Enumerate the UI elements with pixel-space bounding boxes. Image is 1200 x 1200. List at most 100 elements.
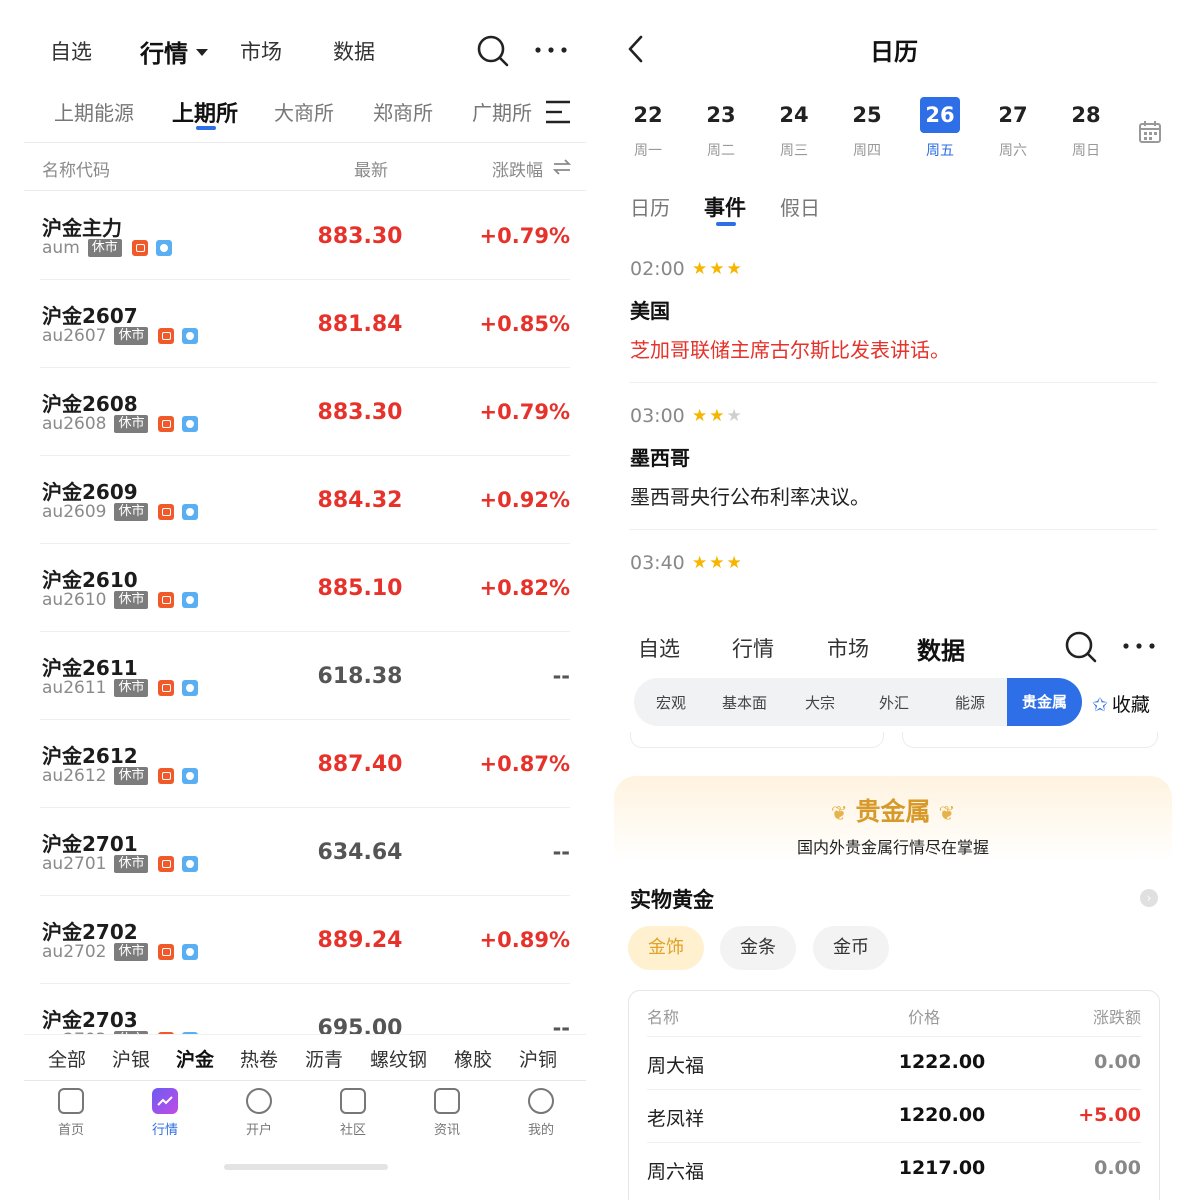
data-badge-icon — [182, 592, 199, 608]
tab-news[interactable]: 资讯 — [412, 1088, 482, 1138]
category-hot-coil[interactable]: 热卷 — [240, 1045, 278, 1072]
category-silver[interactable]: 沪银 — [112, 1045, 150, 1072]
status-badge: 休市 — [114, 415, 149, 433]
nav-quotes[interactable]: 行情 — [140, 34, 208, 69]
exchange-tab-gfex[interactable]: 广期所 — [472, 97, 532, 126]
event-time: 03:40 — [630, 552, 685, 574]
category-gold[interactable]: 沪金 — [176, 1045, 214, 1072]
table-row[interactable]: 沪金2703au2703休市695.00-- — [40, 984, 570, 1034]
more-icon[interactable] — [534, 44, 568, 56]
nav-quotes[interactable]: 行情 — [732, 633, 774, 663]
tab-holidays[interactable]: 假日 — [780, 192, 820, 221]
chip-commodities[interactable]: 大宗 — [805, 692, 835, 713]
table-row[interactable]: 老凤祥 1220.00 +5.00 — [647, 1089, 1141, 1141]
table-row[interactable]: 沪金2610 au2610 休市 885.10 +0.82% — [40, 544, 570, 632]
gold-price: 1222.00 — [898, 1051, 986, 1073]
nav-market[interactable]: 市场 — [827, 633, 869, 663]
table-row[interactable]: 沪金2701 au2701 休市 634.64 -- — [40, 808, 570, 896]
event-description[interactable]: 墨西哥央行公布利率决议。 — [630, 481, 870, 510]
table-row[interactable]: 沪金2702 au2702 休市 889.24 +0.89% — [40, 896, 570, 984]
switch-icon[interactable] — [552, 158, 572, 176]
category-rebar[interactable]: 螺纹钢 — [370, 1045, 427, 1072]
tab-calendar[interactable]: 日历 — [630, 192, 670, 221]
divider — [24, 190, 586, 191]
status-badge: 休市 — [114, 327, 149, 345]
day-26[interactable]: 26 周五 — [920, 97, 960, 160]
calendar-icon[interactable] — [1138, 120, 1162, 144]
favorite-button[interactable]: ✩ 收藏 — [1092, 690, 1150, 717]
nav-data[interactable]: 数据 — [333, 36, 375, 66]
change-percent: +0.87% — [479, 752, 570, 776]
nav-data[interactable]: 数据 — [917, 631, 965, 666]
data-badge-icon — [182, 504, 199, 520]
active-tab-indicator — [716, 222, 736, 226]
category-all[interactable]: 全部 — [48, 1045, 86, 1072]
col-header-last[interactable]: 最新 — [354, 156, 388, 181]
exchange-tab-dce[interactable]: 大商所 — [274, 97, 334, 126]
event-country: 美国 — [630, 299, 670, 323]
category-copper[interactable]: 沪铜 — [519, 1045, 557, 1072]
gold-price: 1220.00 — [898, 1104, 986, 1126]
nav-watchlist[interactable]: 自选 — [50, 36, 92, 66]
day-27[interactable]: 27 周六 — [993, 97, 1033, 160]
precious-metals-banner: ❦ 贵金属 ❦ 国内外贵金属行情尽在掌握 — [614, 776, 1172, 862]
day-22[interactable]: 22 周一 — [628, 97, 668, 160]
table-row[interactable]: 沪金2607 au2607 休市 881.84 +0.85% — [40, 280, 570, 368]
price-change: +5.00 — [1078, 1104, 1141, 1126]
status-badge: 休市 — [114, 679, 149, 697]
category-asphalt[interactable]: 沥青 — [305, 1045, 343, 1072]
tab-home[interactable]: 首页 — [36, 1088, 106, 1138]
day-25[interactable]: 25 周四 — [847, 97, 887, 160]
col-header-change[interactable]: 涨跌幅 — [492, 156, 543, 181]
pill-jewelry[interactable]: 金饰 — [628, 926, 704, 970]
tab-events[interactable]: 事件 — [704, 192, 746, 222]
star-icon: ★ — [726, 553, 744, 573]
contract-name: 沪金2610 — [42, 568, 138, 592]
tab-quotes[interactable]: 行情 — [130, 1088, 200, 1138]
brand-name: 周大福 — [647, 1055, 705, 1077]
exchange-tab-ine[interactable]: 上期能源 — [54, 97, 134, 126]
table-row[interactable]: 沪金2609 au2609 休市 884.32 +0.92% — [40, 456, 570, 544]
category-rubber[interactable]: 橡胶 — [454, 1045, 492, 1072]
table-row[interactable]: 沪金主力 aum 休市 883.30 +0.79% — [40, 192, 570, 280]
chip-fundamentals[interactable]: 基本面 — [722, 692, 767, 713]
chip-forex[interactable]: 外汇 — [879, 692, 909, 713]
chip-macro[interactable]: 宏观 — [656, 692, 686, 713]
chip-precious-metals[interactable]: 贵金属 — [1007, 678, 1082, 726]
exchange-tab-czce[interactable]: 郑商所 — [373, 97, 433, 126]
table-row[interactable]: 沪金2612 au2612 休市 887.40 +0.87% — [40, 720, 570, 808]
pill-bars[interactable]: 金条 — [720, 926, 796, 970]
price-change: 0.00 — [1094, 1051, 1141, 1073]
event-description[interactable]: 芝加哥联储主席古尔斯比发表讲话。 — [630, 334, 950, 363]
pill-coins[interactable]: 金币 — [813, 926, 889, 970]
tab-me[interactable]: 我的 — [506, 1088, 576, 1138]
day-28[interactable]: 28 周日 — [1066, 97, 1106, 160]
brand-name: 周六福 — [647, 1161, 705, 1183]
tab-community[interactable]: 社区 — [318, 1088, 388, 1138]
news-icon — [434, 1088, 460, 1114]
menu-icon[interactable] — [544, 99, 572, 125]
more-icon[interactable] — [1122, 640, 1156, 652]
table-row[interactable]: 周六福 1217.00 0.00 — [647, 1142, 1141, 1194]
col-header-price: 价格 — [907, 1008, 940, 1027]
nav-market[interactable]: 市场 — [240, 36, 282, 66]
search-icon[interactable] — [476, 34, 510, 68]
data-badge-icon — [182, 944, 199, 960]
table-row[interactable]: 周大福 1222.00 0.00 — [647, 1036, 1141, 1088]
exchange-tab-shfe[interactable]: 上期所 — [172, 96, 238, 128]
contract-code: au2612 休市 — [42, 766, 199, 786]
last-price: 695.00 — [317, 1016, 403, 1034]
tab-home-label: 首页 — [57, 1123, 84, 1138]
table-row[interactable]: 沪金2608 au2608 休市 883.30 +0.79% — [40, 368, 570, 456]
nav-watchlist[interactable]: 自选 — [638, 633, 680, 663]
day-23[interactable]: 23 周二 — [701, 97, 741, 160]
table-row[interactable]: 沪金2611 au2611 休市 618.38 -- — [40, 632, 570, 720]
chevron-right-icon[interactable]: › — [1140, 889, 1158, 907]
tab-open-account[interactable]: 开户 — [224, 1088, 294, 1138]
category-bar: 全部 沪银 沪金 热卷 沥青 螺纹钢 橡胶 沪铜 — [24, 1034, 586, 1080]
quote-list[interactable]: 沪金主力 aum 休市 883.30 +0.79% 沪金2607 au2607 休市 881.8… — [0, 192, 600, 1034]
search-icon[interactable] — [1064, 630, 1098, 664]
chip-energy[interactable]: 能源 — [955, 692, 985, 713]
last-price: 881.84 — [317, 312, 403, 337]
day-24[interactable]: 24 周三 — [774, 97, 814, 160]
